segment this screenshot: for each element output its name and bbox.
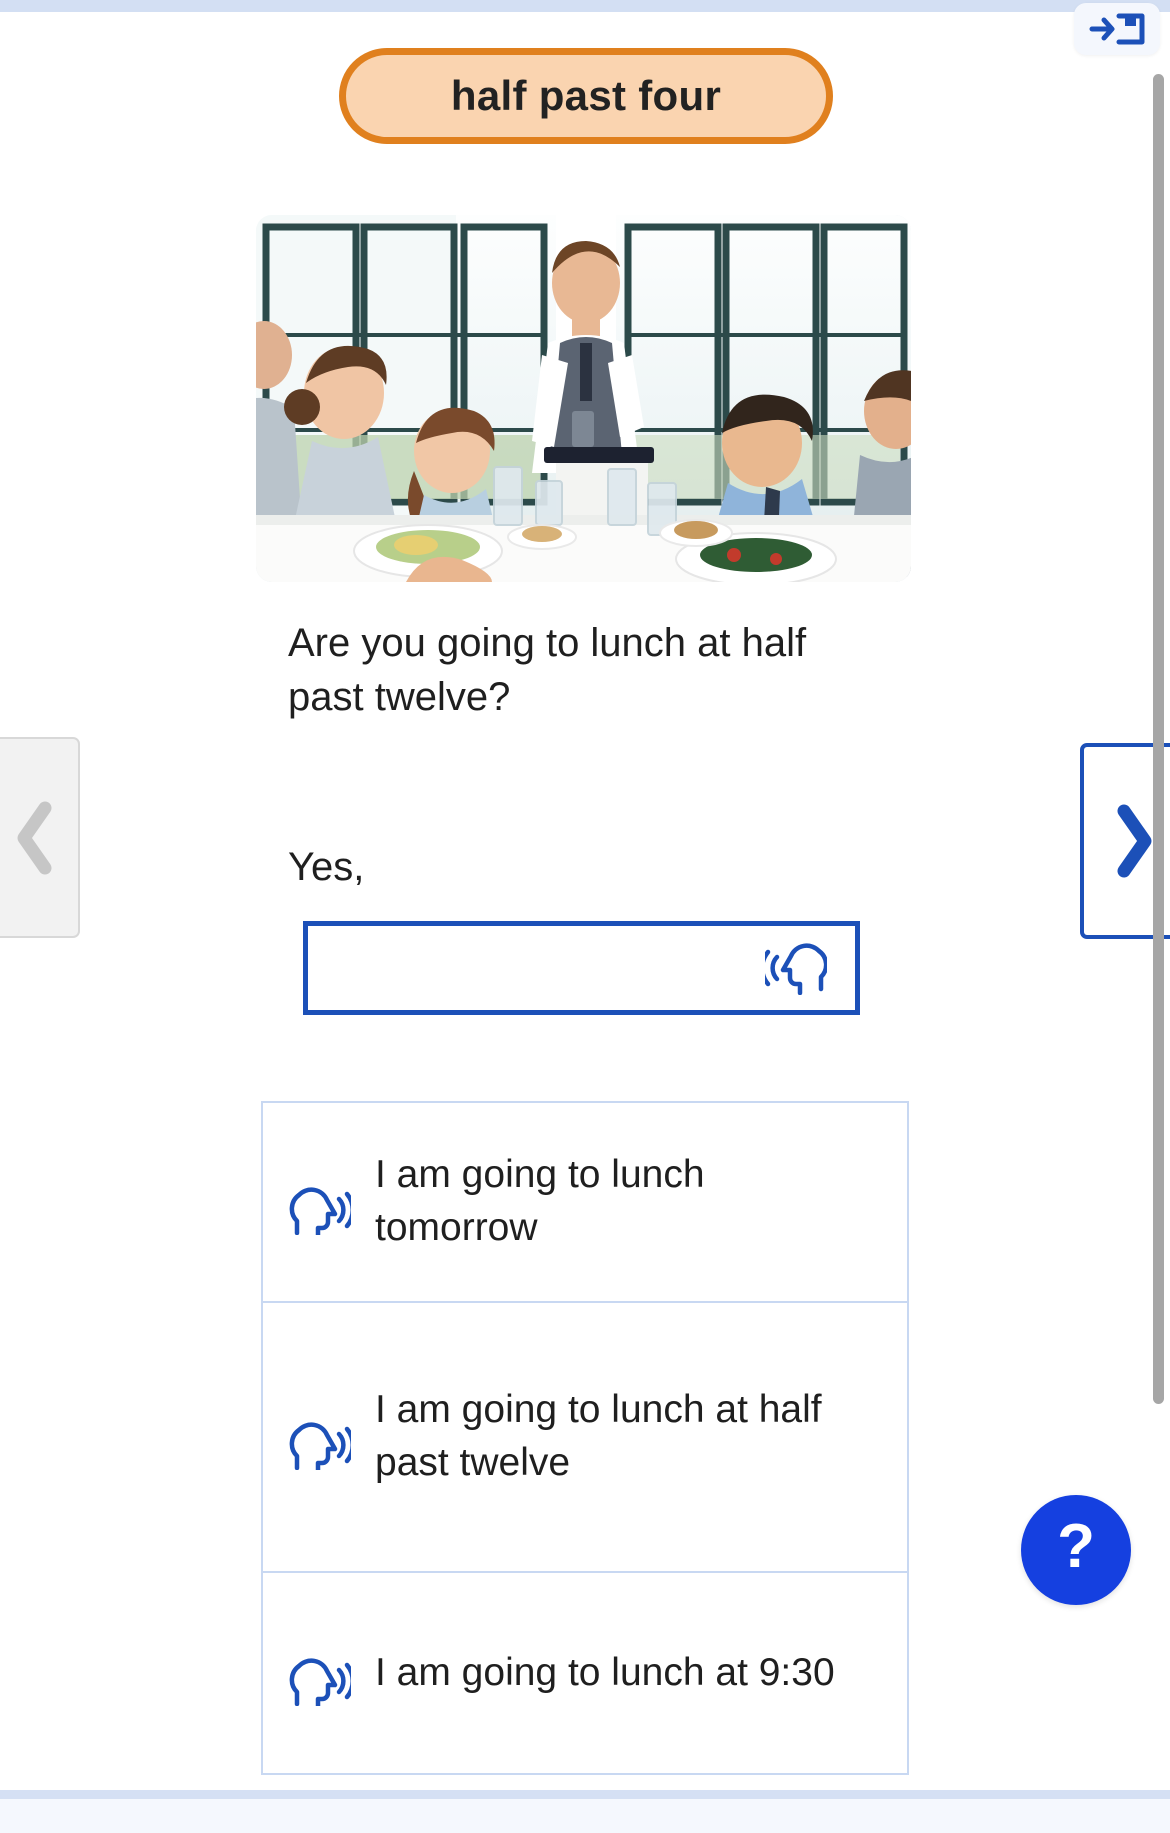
exit-to-menu-icon [1088,12,1146,46]
restaurant-lunch-photo [256,215,911,582]
previous-button[interactable] [0,737,80,938]
prompt-pill-text: half past four [450,72,722,119]
scrollbar-thumb[interactable] [1153,74,1164,1404]
answer-stem: Yes, [288,845,365,889]
question-text: Are you going to lunch at half past twel… [288,621,807,719]
answer-option-label: I am going to lunch at 9:30 [375,1650,835,1694]
top-chrome-bar [0,0,1170,12]
speak-microphone-icon[interactable] [760,937,829,1000]
help-button[interactable]: ? [1021,1495,1131,1605]
scene-image [256,215,911,582]
question-mark-icon: ? [1057,1512,1095,1581]
answer-option[interactable]: I am going to lunch at half past twelve [263,1303,907,1573]
speaker-head-icon[interactable] [285,1640,355,1711]
answer-input[interactable] [303,921,860,1015]
exercise-screen: half past four Are you going to lunch at… [0,0,1170,1833]
chevron-left-icon [12,800,58,876]
speaker-head-icon[interactable] [285,1404,355,1475]
vertical-scrollbar[interactable] [1148,12,1170,1790]
bottom-chrome-bar [0,1790,1170,1833]
answer-option[interactable]: I am going to lunch at 9:30 [263,1573,907,1773]
answer-option[interactable]: I am going to lunch tomorrow [263,1103,907,1303]
speaker-head-icon[interactable] [285,1169,355,1240]
answer-options-list: I am going to lunch tomorrow I am going … [261,1101,909,1775]
answer-option-label: I am going to lunch tomorrow [375,1153,705,1249]
prompt-pill: half past four [339,48,833,144]
answer-option-label: I am going to lunch at half past twelve [375,1388,822,1484]
